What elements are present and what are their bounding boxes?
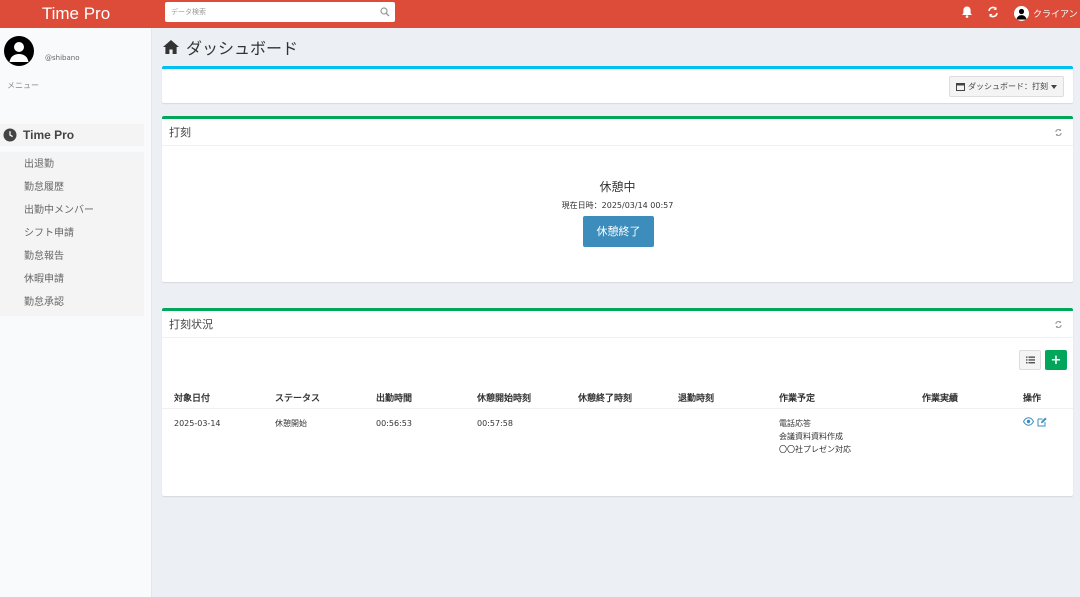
refresh-icon[interactable] <box>986 5 1000 19</box>
page-title-text: ダッシュボード <box>186 39 299 58</box>
column-header-status[interactable]: ステータス <box>275 391 320 404</box>
refresh-icon[interactable] <box>1054 320 1063 329</box>
edit-icon[interactable] <box>1037 417 1047 427</box>
punch-panel-title: 打刻 <box>169 126 191 139</box>
dashboard-select-button[interactable]: ダッシュボード：打刻 <box>949 76 1064 97</box>
dashboard-selector-panel: ダッシュボード：打刻 <box>162 66 1073 103</box>
column-header-clock-out[interactable]: 退勤時刻 <box>678 391 714 404</box>
punch-status-title: 打刻状況 <box>169 318 213 331</box>
list-view-button[interactable] <box>1019 350 1041 370</box>
column-header-actual[interactable]: 作業実績 <box>922 391 958 404</box>
punch-panel-header: 打刻 <box>162 119 1073 146</box>
cell-clock-in: 00:56:53 <box>376 419 412 428</box>
sidebar-submenu: 出退勤 勤怠履歴 出勤中メンバー シフト申請 勤怠報告 休暇申請 勤怠承認 <box>0 152 144 316</box>
column-header-clock-in[interactable]: 出勤時間 <box>376 391 412 404</box>
user-name-label: クライアント <box>1033 9 1080 20</box>
bell-icon[interactable] <box>960 5 974 19</box>
search-box <box>165 2 395 22</box>
list-icon <box>1025 356 1035 364</box>
caret-down-icon <box>1051 84 1057 89</box>
sidebar-item-shift-request[interactable]: シフト申請 <box>0 222 144 245</box>
sidebar-item-attendance-report[interactable]: 勤怠報告 <box>0 245 144 268</box>
punch-status-text: 休憩中 <box>599 180 636 194</box>
plan-item: 電話応答 <box>779 419 811 428</box>
cell-actions <box>1023 417 1047 427</box>
column-header-plan[interactable]: 作業予定 <box>779 391 815 404</box>
column-header-break-end[interactable]: 休憩終了時刻 <box>578 391 632 404</box>
dashboard-select-label: ダッシュボード：打刻 <box>968 82 1048 91</box>
punch-status-panel: 打刻状況 + 対象日付 ステータス 出勤時間 休憩開始時刻 休憩終了時刻 退勤時… <box>162 308 1073 496</box>
page-title: ダッシュボード <box>162 36 298 58</box>
sidebar-item-working-members[interactable]: 出勤中メンバー <box>0 199 144 222</box>
clock-icon <box>3 128 17 142</box>
refresh-icon[interactable] <box>1054 128 1063 137</box>
sidebar-username: @shibano <box>45 54 80 62</box>
cell-plan: 電話応答 会議資料資料作成 〇〇社プレゼン対応 <box>779 417 851 456</box>
cell-date: 2025-03-14 <box>174 419 221 428</box>
sidebar-item-attendance[interactable]: 出退勤 <box>0 153 144 176</box>
column-header-break-start[interactable]: 休憩開始時刻 <box>477 391 531 404</box>
end-break-button[interactable]: 休憩終了 <box>583 216 654 247</box>
plan-item: 会議資料資料作成 <box>779 432 843 441</box>
sidebar: @shibano メニュー Time Pro 出退勤 勤怠履歴 出勤中メンバー … <box>0 28 152 597</box>
cell-break-start: 00:57:58 <box>477 419 513 428</box>
user-icon <box>1014 5 1029 21</box>
eye-icon[interactable] <box>1023 417 1034 426</box>
avatar <box>4 36 34 66</box>
sidebar-item-history[interactable]: 勤怠履歴 <box>0 176 144 199</box>
sidebar-item-approval[interactable]: 勤怠承認 <box>0 291 144 314</box>
brand-logo[interactable]: Time Pro <box>0 0 152 28</box>
calendar-icon <box>956 82 965 91</box>
punch-status-header: 打刻状況 <box>162 311 1073 338</box>
sidebar-section-timepro[interactable]: Time Pro <box>0 124 144 146</box>
search-input[interactable] <box>165 2 365 22</box>
sidebar-section-title: Time Pro <box>23 128 75 142</box>
search-icon[interactable] <box>380 7 390 17</box>
table-row: 2025-03-14 休憩開始 00:56:53 00:57:58 電話応答 会… <box>162 409 1073 469</box>
current-datetime: 現在日時：2025/03/14 00:57 <box>561 201 674 210</box>
menu-heading: メニュー <box>7 81 39 90</box>
plan-item: 〇〇社プレゼン対応 <box>779 445 851 454</box>
user-menu[interactable]: クライアント <box>1014 3 1080 23</box>
top-navbar: Time Pro クライアント <box>0 0 1080 28</box>
sidebar-item-leave-request[interactable]: 休暇申請 <box>0 268 144 291</box>
home-icon <box>163 40 179 54</box>
column-header-actions: 操作 <box>1023 394 1042 404</box>
table-header-row: 対象日付 ステータス 出勤時間 休憩開始時刻 休憩終了時刻 退勤時刻 作業予定 … <box>162 385 1073 409</box>
punch-status-table: 対象日付 ステータス 出勤時間 休憩開始時刻 休憩終了時刻 退勤時刻 作業予定 … <box>162 385 1073 469</box>
column-header-date[interactable]: 対象日付 <box>174 391 210 404</box>
add-button[interactable]: + <box>1045 350 1067 370</box>
punch-panel: 打刻 休憩中 現在日時：2025/03/14 00:57 休憩終了 <box>162 116 1073 282</box>
cell-status: 休憩開始 <box>275 419 307 428</box>
